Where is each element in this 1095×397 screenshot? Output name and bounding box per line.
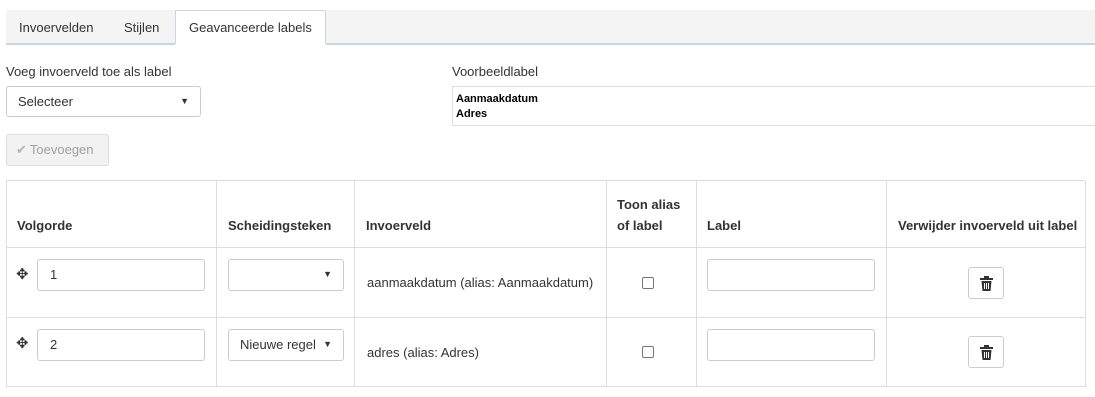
tab-geavanceerde-labels[interactable]: Geavanceerde labels	[175, 10, 326, 45]
caret-down-icon: ▼	[323, 269, 332, 279]
field-name: adres (alias: Adres)	[367, 345, 479, 360]
header-label: Label	[707, 218, 741, 233]
trash-icon	[980, 345, 993, 360]
field-select[interactable]: Selecteer ▼	[6, 86, 201, 117]
preview-line: Aanmaakdatum	[456, 93, 538, 105]
separator-select[interactable]: Nieuwe regel ▼	[228, 329, 344, 361]
delete-field-button[interactable]	[968, 336, 1004, 368]
add-button[interactable]: ✔ Toevoegen	[6, 134, 109, 166]
header-alias-line2: of label	[617, 218, 663, 233]
show-alias-checkbox[interactable]	[642, 277, 654, 289]
label-input[interactable]	[707, 259, 875, 291]
column-divider	[216, 181, 217, 387]
tab-stijlen[interactable]: Stijlen	[111, 10, 172, 45]
tab-bar: Invoervelden Stijlen Geavanceerde labels	[6, 10, 1095, 45]
caret-down-icon: ▼	[323, 339, 332, 349]
add-button-label: Toevoegen	[29, 142, 94, 157]
preview-label-title: Voorbeeldlabel	[452, 64, 539, 79]
check-icon: ✔	[16, 142, 27, 157]
label-fields-table: Volgorde Scheidingsteken Invoerveld Toon…	[6, 180, 1086, 387]
delete-field-button[interactable]	[968, 267, 1004, 299]
row-divider	[7, 247, 1085, 248]
column-divider	[696, 181, 697, 387]
header-remove: Verwijder invoerveld uit label	[898, 218, 1078, 233]
move-icon[interactable]: ✥	[16, 267, 29, 282]
row-divider	[7, 317, 1085, 318]
header-alias-line1: Toon alias	[617, 197, 681, 212]
header-separator: Scheidingsteken	[228, 218, 332, 233]
preview-line: Adres	[456, 108, 488, 120]
tab-invoervelden[interactable]: Invoervelden	[6, 10, 106, 45]
order-input[interactable]: 1	[37, 259, 205, 291]
header-field: Invoerveld	[366, 218, 432, 233]
header-order: Volgorde	[17, 218, 73, 233]
add-field-label: Voeg invoerveld toe als label	[6, 64, 172, 79]
trash-icon	[980, 276, 993, 291]
show-alias-checkbox[interactable]	[642, 346, 654, 358]
separator-select-value: Nieuwe regel	[240, 337, 316, 352]
caret-down-icon: ▼	[180, 96, 189, 106]
separator-select[interactable]: ▼	[228, 259, 344, 291]
column-divider	[1085, 181, 1086, 387]
column-divider	[354, 181, 355, 387]
field-select-value: Selecteer	[18, 94, 73, 109]
label-input[interactable]	[707, 329, 875, 361]
move-icon[interactable]: ✥	[16, 336, 29, 351]
field-name: aanmaakdatum (alias: Aanmaakdatum)	[367, 275, 594, 290]
column-divider	[606, 181, 607, 387]
preview-label-box: Aanmaakdatum Adres	[452, 86, 1095, 126]
column-divider	[886, 181, 887, 387]
order-input[interactable]: 2	[37, 329, 205, 361]
